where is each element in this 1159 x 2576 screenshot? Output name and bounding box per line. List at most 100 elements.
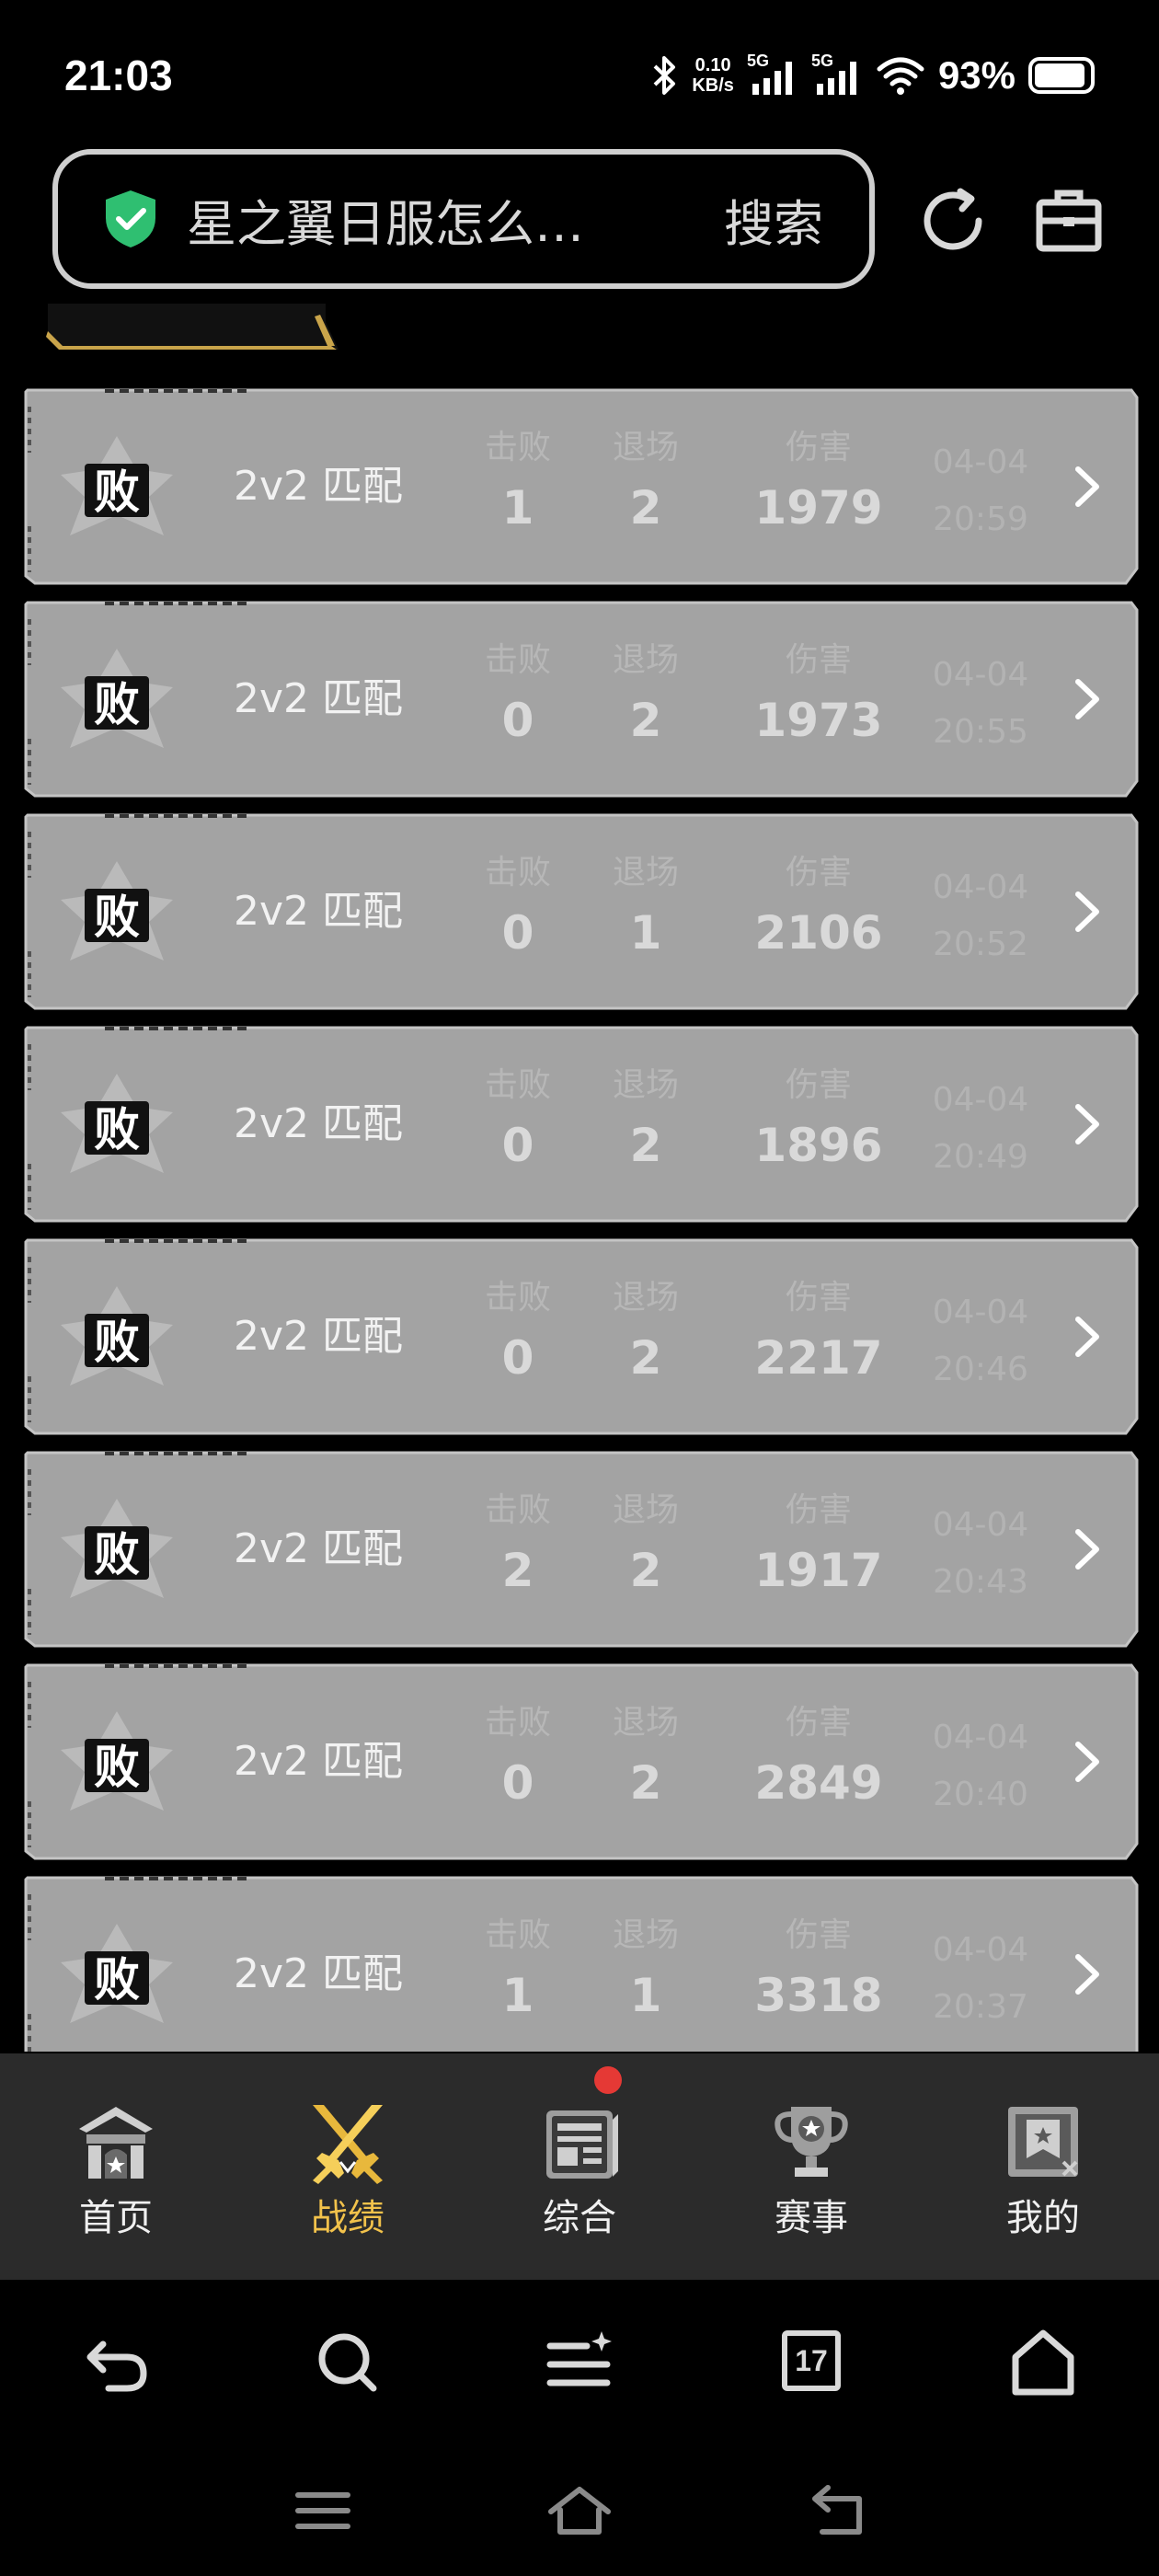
kills-label: 击败 (484, 429, 551, 466)
match-mode: 2v2 匹配 (234, 463, 404, 510)
retreats-value: 1 (629, 906, 662, 960)
shield-check-icon (106, 190, 155, 247)
damage-stat: 伤害 1896 (717, 1063, 920, 1182)
retreats-value: 2 (629, 1331, 662, 1385)
result-text: 败 (94, 1528, 140, 1581)
signal-sim1: 5G (746, 52, 798, 97)
wifi-icon (877, 57, 924, 95)
damage-label: 伤害 (785, 429, 852, 466)
profile-card-icon (1008, 2107, 1078, 2177)
chevron-right-icon[interactable] (1069, 1312, 1106, 1362)
result-text: 败 (94, 891, 140, 944)
damage-label: 伤害 (785, 1704, 852, 1742)
match-row[interactable]: 败 2v2 匹配 击败 1 退场 1 伤害 3318 04-04 20:37 (22, 1876, 1139, 2052)
damage-value: 1979 (754, 481, 883, 535)
match-mode: 2v2 匹配 (234, 1738, 404, 1785)
damage-stat: 伤害 1979 (717, 425, 920, 545)
net-speed-value: 0.10 (694, 55, 731, 75)
retreats-value: 2 (629, 694, 662, 747)
retreats-stat: 退场 1 (572, 1913, 719, 2032)
tab-home[interactable]: 首页 (0, 2053, 232, 2280)
retreats-value: 2 (629, 1119, 662, 1172)
chevron-right-icon[interactable] (1069, 462, 1106, 512)
match-row[interactable]: 败 2v2 匹配 击败 0 退场 2 伤害 2217 04-04 20:46 (22, 1238, 1139, 1435)
retreats-value: 1 (629, 1969, 662, 2022)
match-mode: 2v2 匹配 (234, 675, 404, 722)
damage-value: 3318 (754, 1969, 883, 2022)
match-history-list[interactable]: 败 2v2 匹配 击败 1 退场 2 伤害 1979 04-04 20:59 败… (0, 304, 1159, 2052)
damage-stat: 伤害 3318 (717, 1913, 920, 2032)
retreats-stat: 退场 2 (572, 638, 719, 757)
damage-label: 伤害 (785, 1066, 852, 1104)
kills-stat: 击败 2 (444, 1488, 591, 1607)
retreats-stat: 退场 1 (572, 850, 719, 970)
newspaper-icon (546, 2110, 618, 2179)
chevron-right-icon[interactable] (1069, 674, 1106, 724)
match-mode: 2v2 匹配 (234, 1100, 404, 1147)
damage-value: 2849 (754, 1756, 883, 1810)
home-icon[interactable] (1006, 2326, 1080, 2399)
tab-general[interactable]: 综合 (464, 2053, 695, 2280)
system-nav-bar (0, 2445, 1159, 2576)
home-nav-icon[interactable] (545, 2477, 614, 2545)
match-row[interactable]: 败 2v2 匹配 击败 1 退场 2 伤害 1979 04-04 20:59 (22, 388, 1139, 585)
back-icon[interactable] (81, 2326, 155, 2399)
retreats-stat: 退场 2 (572, 1488, 719, 1607)
kills-stat: 击败 1 (444, 425, 591, 545)
chevron-right-icon[interactable] (1069, 1524, 1106, 1574)
kills-value: 0 (501, 694, 534, 747)
chevron-right-icon[interactable] (1069, 887, 1106, 937)
damage-value: 1973 (754, 694, 883, 747)
tab-records-label: 战绩 (311, 2197, 384, 2239)
search-query[interactable]: 星之翼日服怎么… (187, 183, 724, 256)
defeat-badge: 败 (61, 1074, 173, 1173)
match-row[interactable]: 败 2v2 匹配 击败 0 退场 2 伤害 1973 04-04 20:55 (22, 601, 1139, 798)
match-date: 04-04 (932, 443, 1029, 481)
toolbox-icon[interactable] (1023, 175, 1115, 267)
battery-icon (1028, 57, 1095, 94)
bluetooth-icon (653, 56, 676, 95)
damage-label: 伤害 (785, 1916, 852, 1954)
damage-stat: 伤害 1917 (717, 1488, 920, 1607)
kills-stat: 击败 0 (444, 1275, 591, 1395)
match-row[interactable]: 败 2v2 匹配 击败 0 退场 1 伤害 2106 04-04 20:52 (22, 813, 1139, 1010)
chevron-right-icon[interactable] (1069, 1949, 1106, 1999)
back-nav-icon[interactable] (804, 2477, 872, 2545)
chevron-right-icon[interactable] (1069, 1737, 1106, 1787)
damage-stat: 伤害 1973 (717, 638, 920, 757)
tab-general-label: 综合 (543, 2197, 616, 2239)
match-row[interactable]: 败 2v2 匹配 击败 0 退场 2 伤害 2849 04-04 20:40 (22, 1663, 1139, 1860)
tab-records[interactable]: 战绩 (232, 2053, 464, 2280)
damage-value: 1896 (754, 1119, 883, 1172)
tab-events[interactable]: 赛事 (695, 2053, 927, 2280)
retreats-value: 2 (629, 1544, 662, 1597)
match-date: 04-04 (932, 1719, 1029, 1756)
notification-badge (594, 2066, 622, 2094)
search-button[interactable]: 搜索 (724, 183, 823, 256)
recent-apps-icon[interactable] (289, 2477, 357, 2545)
tab-mine[interactable]: 我的 (927, 2053, 1159, 2280)
match-timestamp: 04-04 20:43 (898, 1497, 1063, 1611)
kills-label: 击败 (484, 1916, 551, 1954)
retreats-label: 退场 (612, 854, 679, 891)
match-row[interactable]: 败 2v2 匹配 击败 2 退场 2 伤害 1917 04-04 20:43 (22, 1451, 1139, 1648)
match-date: 04-04 (932, 868, 1029, 906)
search-bar[interactable]: 星之翼日服怎么… 搜索 (52, 149, 875, 289)
search-icon[interactable] (311, 2326, 384, 2399)
damage-stat: 伤害 2849 (717, 1700, 920, 1820)
retreats-label: 退场 (612, 429, 679, 466)
sim1-label: 5G (746, 52, 769, 70)
kills-value: 0 (501, 1119, 534, 1172)
damage-label: 伤害 (785, 1279, 852, 1317)
retreats-stat: 退场 2 (572, 1063, 719, 1182)
match-row[interactable]: 败 2v2 匹配 击败 0 退场 2 伤害 1896 04-04 20:49 (22, 1026, 1139, 1223)
chevron-right-icon[interactable] (1069, 1099, 1106, 1149)
sim2-label: 5G (810, 52, 833, 70)
tabs-count-button[interactable]: 17 (782, 2330, 841, 2391)
menu-sparkle-icon[interactable] (543, 2326, 616, 2399)
tab-events-label: 赛事 (775, 2197, 848, 2239)
trophy-icon (775, 2107, 848, 2177)
refresh-icon[interactable] (907, 175, 999, 267)
kills-value: 0 (501, 906, 534, 960)
match-time: 20:37 (933, 1988, 1028, 2026)
